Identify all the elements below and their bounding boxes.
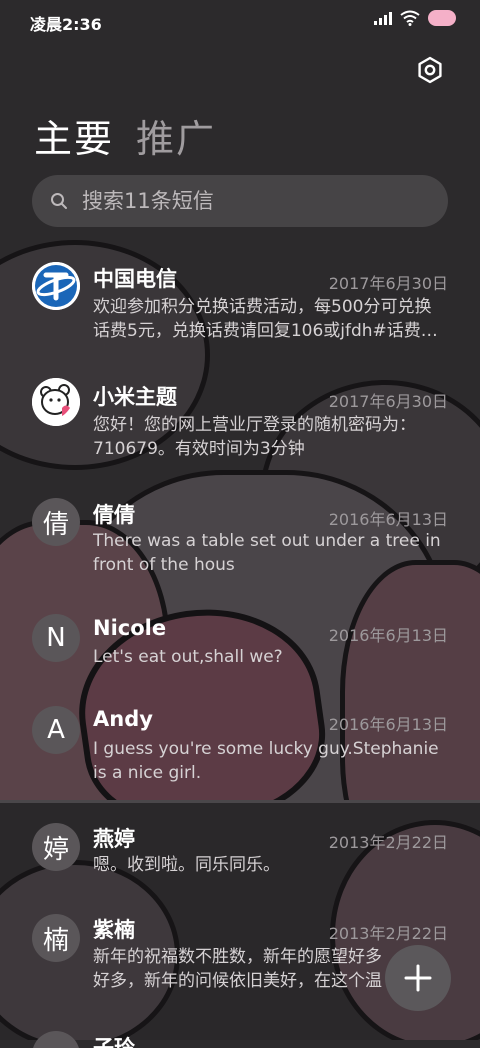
message-date: 2017年6月30日 (328, 392, 448, 411)
conversation-item[interactable]: 倩 倩倩 2016年6月13日 There was a table set ou… (0, 486, 480, 601)
contact-avatar: A (32, 706, 80, 754)
sender-name: Andy (93, 707, 153, 731)
message-date: 2016年6月13日 (328, 626, 448, 645)
search-bar[interactable] (32, 175, 448, 227)
contact-avatar: 倩 (32, 498, 80, 546)
sender-name: 子玲 (93, 1036, 135, 1048)
tab-promotions[interactable]: 推广 (136, 108, 216, 163)
new-message-button[interactable] (385, 945, 451, 1011)
sender-name: 中国电信 (93, 267, 177, 291)
message-preview: There was a table set out under a tree i… (93, 531, 441, 575)
conversation-item[interactable]: 子玲 (0, 1028, 480, 1048)
contact-avatar: 楠 (32, 914, 80, 962)
message-date: 2017年6月30日 (328, 274, 448, 293)
tab-primary[interactable]: 主要 (34, 108, 114, 163)
wifi-icon (400, 10, 420, 26)
message-date: 2013年2月22日 (328, 833, 448, 852)
conversation-item[interactable]: 婷 燕婷 2013年2月22日 嗯。收到啦。同乐同乐。 (0, 819, 480, 913)
message-date: 2013年2月22日 (328, 924, 448, 943)
telecom-logo-icon (32, 262, 80, 310)
search-input[interactable] (80, 188, 448, 214)
tab-bar: 主要 推广 (34, 108, 216, 163)
message-preview: I guess you're some lucky guy.Stephanie … (93, 739, 439, 783)
telecom-logo-avatar (32, 262, 80, 310)
settings-gear-icon[interactable] (414, 54, 446, 86)
conversation-item[interactable]: 小米主题 2017年6月30日 您好！您的网上营业厅登录的随机密码为：71067… (0, 368, 480, 483)
signal-icon (374, 11, 392, 25)
contact-avatar: 婷 (32, 823, 80, 871)
battery-icon (428, 10, 456, 26)
contact-avatar: N (32, 614, 80, 662)
sender-name: 倩倩 (93, 503, 135, 527)
message-preview: 您好！您的网上营业厅登录的随机密码为：710679。有效时间为3分钟 (93, 415, 416, 459)
sender-name: 燕婷 (93, 827, 135, 851)
message-preview: 新年的祝福数不胜数，新年的愿望好多好多，新年的问候依旧美好，在这个温馨的时刻 (93, 947, 382, 991)
bear-icon (32, 378, 80, 426)
status-time: 凌晨2:36 (30, 15, 102, 34)
sender-name: 紫楠 (93, 918, 135, 942)
message-preview: 欢迎参加积分兑换话费活动，每500分可兑换话费5元，兑换话费请回复106或jfd… (93, 297, 438, 341)
message-date: 2016年6月13日 (328, 715, 448, 734)
conversation-item[interactable]: 中国电信 2017年6月30日 欢迎参加积分兑换话费活动，每500分可兑换话费5… (0, 250, 480, 365)
status-bar: 凌晨2:36 (0, 0, 480, 44)
conversation-item[interactable]: N Nicole 2016年6月13日 Let's eat out,shall … (0, 604, 480, 698)
sender-name: 小米主题 (93, 385, 177, 409)
sender-name: Nicole (93, 616, 167, 640)
message-preview: 嗯。收到啦。同乐同乐。 (93, 855, 280, 875)
search-icon (51, 193, 67, 209)
message-preview: Let's eat out,shall we? (93, 647, 283, 667)
plus-icon (404, 964, 432, 992)
bear-logo-avatar (32, 378, 80, 426)
message-date: 2016年6月13日 (328, 510, 448, 529)
conversation-item[interactable]: A Andy 2016年6月13日 I guess you're some lu… (0, 699, 480, 814)
